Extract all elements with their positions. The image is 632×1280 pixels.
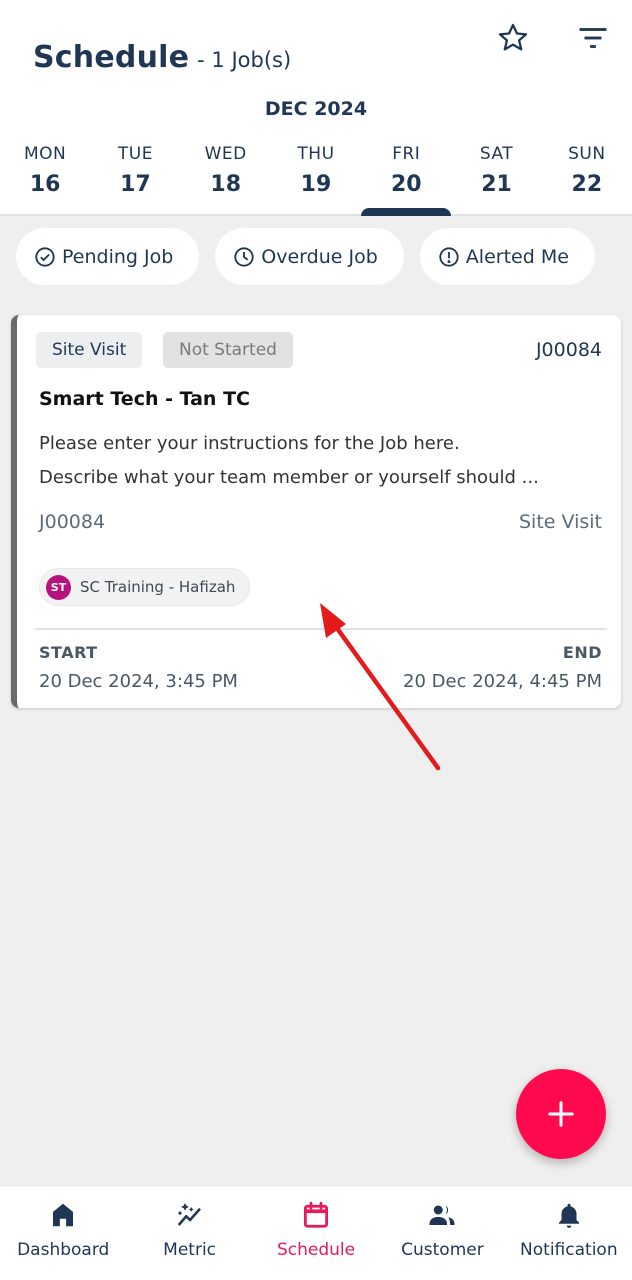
job-id: J00084 (535, 339, 602, 361)
alert-circle-icon (439, 246, 459, 267)
filter-button[interactable] (573, 18, 613, 58)
day-of-week: WED (204, 144, 247, 164)
assignee-name: SC Training - Hafizah (80, 578, 236, 596)
day-of-week: FRI (392, 144, 421, 164)
nav-dashboard[interactable]: Dashboard (0, 1186, 126, 1280)
add-job-button[interactable] (516, 1069, 606, 1159)
day-tue[interactable]: TUE 17 (90, 144, 180, 216)
month-label: DEC 2024 (264, 98, 368, 120)
day-sun[interactable]: SUN 22 (542, 144, 632, 216)
bottom-navigation: Dashboard Metric Schedule Customer Notif… (0, 1185, 632, 1280)
day-number: 22 (571, 172, 603, 197)
job-title: Smart Tech - Tan TC (39, 388, 250, 410)
nav-label: Dashboard (17, 1240, 110, 1260)
job-description: Please enter your instructions for the J… (39, 427, 609, 495)
nav-label: Schedule (276, 1240, 356, 1260)
calendar-icon (304, 1201, 329, 1228)
title-row: Schedule - 1 Job(s) (33, 40, 291, 75)
bell-icon (558, 1203, 579, 1228)
divider (35, 628, 607, 630)
nav-customer[interactable]: Customer (379, 1186, 505, 1280)
day-mon[interactable]: MON 16 (0, 144, 90, 216)
selected-day-indicator (361, 208, 452, 216)
star-outline-icon (498, 23, 528, 51)
day-number: 16 (29, 172, 61, 197)
day-of-week: MON (24, 144, 67, 164)
day-sat[interactable]: SAT 21 (451, 144, 541, 216)
nav-label: Metric (163, 1240, 217, 1260)
page-title: Schedule (33, 40, 190, 75)
day-number: 20 (390, 172, 422, 197)
filter-icon (579, 28, 607, 48)
job-status-tag: Not Started (163, 332, 293, 368)
chip-label: Overdue Job (261, 245, 378, 268)
day-wed[interactable]: WED 18 (181, 144, 271, 216)
chip-label: Pending Job (62, 245, 174, 268)
day-of-week: SAT (479, 144, 514, 164)
day-number: 18 (210, 172, 242, 197)
plus-icon (548, 1101, 574, 1127)
day-number: 17 (120, 172, 151, 197)
end-datetime: 20 Dec 2024, 4:45 PM (403, 671, 602, 692)
chip-label: Alerted Me (465, 245, 569, 268)
job-card[interactable]: Site Visit Not Started J00084 Smart Tech… (11, 315, 621, 708)
home-icon (53, 1203, 74, 1227)
week-strip: MON 16 TUE 17 WED 18 THU 19 FRI 20 SAT 21 SUN 2… (0, 144, 632, 216)
job-type-secondary: Site Visit (518, 511, 602, 533)
app-header: Schedule - 1 Job(s) DEC 2024 MON 16 TUE 17… (0, 0, 632, 216)
day-of-week: SUN (568, 144, 606, 164)
day-of-week: THU (297, 144, 335, 164)
avatar: ST (46, 574, 71, 600)
alerted-me-filter[interactable]: Alerted Me (419, 228, 595, 285)
day-number: 21 (481, 172, 512, 197)
description-line: Please enter your instructions for the J… (39, 433, 460, 454)
start-label: START (39, 643, 98, 662)
day-number: 19 (300, 172, 332, 197)
description-line: Describe what your team member or yourse… (39, 467, 539, 488)
nav-label: Notification (520, 1240, 618, 1260)
day-fri[interactable]: FRI 20 (361, 144, 452, 216)
nav-schedule[interactable]: Schedule (253, 1186, 379, 1280)
overdue-job-filter[interactable]: Overdue Job (215, 228, 404, 285)
job-id-secondary: J00084 (39, 511, 106, 533)
sparkle-chart-icon (177, 1203, 201, 1226)
job-count: - 1 Job(s) (197, 48, 292, 72)
day-of-week: TUE (117, 144, 153, 164)
pending-job-filter[interactable]: Pending Job (16, 228, 200, 285)
filter-chips: Pending Job Overdue Job Alerted Me (16, 228, 595, 285)
nav-notification[interactable]: Notification (506, 1186, 632, 1280)
end-label: END (562, 643, 602, 662)
nav-metric[interactable]: Metric (126, 1186, 252, 1280)
check-circle-icon (35, 246, 55, 267)
favorite-button[interactable] (493, 18, 533, 58)
clock-icon (234, 246, 254, 267)
start-datetime: 20 Dec 2024, 3:45 PM (39, 671, 238, 692)
day-thu[interactable]: THU 19 (271, 144, 361, 216)
assignee-chip[interactable]: ST SC Training - Hafizah (39, 568, 251, 606)
people-icon (429, 1205, 455, 1225)
nav-label: Customer (401, 1240, 484, 1260)
job-type-tag: Site Visit (36, 332, 143, 368)
